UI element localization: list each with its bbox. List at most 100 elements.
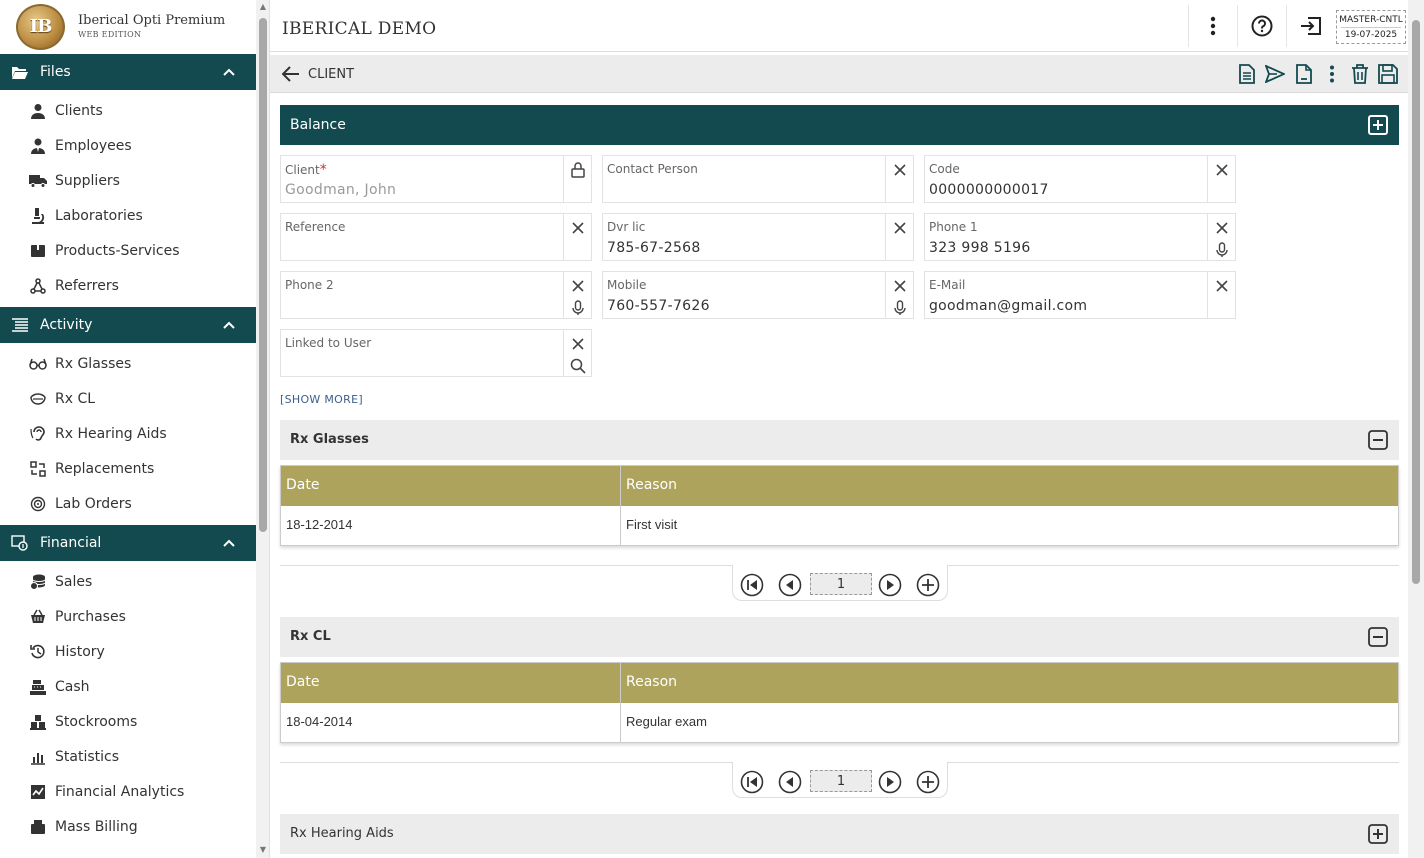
sidebar-item-rx-hearing-aids[interactable]: Rx Hearing Aids bbox=[0, 416, 256, 451]
reference-field[interactable]: Reference bbox=[280, 213, 592, 261]
sidebar-item-products-services[interactable]: Products-Services bbox=[0, 233, 256, 268]
show-more-link[interactable]: [SHOW MORE] bbox=[280, 393, 363, 406]
chevron-up-icon[interactable] bbox=[222, 536, 236, 550]
new-document-icon[interactable] bbox=[1293, 63, 1315, 85]
clear-x-icon[interactable] bbox=[892, 220, 908, 236]
main-scroll-thumb[interactable] bbox=[1412, 20, 1420, 584]
sidebar-item-suppliers[interactable]: Suppliers bbox=[0, 163, 256, 198]
rx-cl-table: Date Reason 18-04-2014 Regular exam bbox=[280, 662, 1399, 743]
delete-icon[interactable] bbox=[1349, 63, 1371, 85]
save-icon[interactable] bbox=[1377, 63, 1399, 85]
clear-x-icon[interactable] bbox=[892, 278, 908, 294]
section-financial[interactable]: Financial bbox=[0, 525, 256, 561]
first-page-icon[interactable] bbox=[740, 770, 764, 794]
table-row[interactable]: 18-12-2014 First visit bbox=[281, 506, 1398, 545]
sidebar-item-rx-glasses[interactable]: Rx Glasses bbox=[0, 346, 256, 381]
sidebar-item-mass-billing[interactable]: Mass Billing bbox=[0, 809, 256, 844]
email-field[interactable]: E-Mail goodman@gmail.com bbox=[924, 271, 1236, 319]
collapse-minus-icon[interactable] bbox=[1367, 429, 1389, 451]
sidebar-item-replacements[interactable]: Replacements bbox=[0, 451, 256, 486]
code-field[interactable]: Code 0000000000017 bbox=[924, 155, 1236, 203]
sidebar-item-history[interactable]: History bbox=[0, 634, 256, 669]
back-arrow-icon[interactable] bbox=[282, 65, 300, 83]
rx-glasses-section-header[interactable]: Rx Glasses bbox=[280, 420, 1399, 460]
rx-hearing-aids-section-header[interactable]: Rx Hearing Aids bbox=[280, 814, 1399, 854]
phone2-field[interactable]: Phone 2 bbox=[280, 271, 592, 319]
clear-x-icon[interactable] bbox=[1214, 162, 1230, 178]
balance-panel[interactable]: Balance bbox=[280, 105, 1399, 145]
column-header-date[interactable]: Date bbox=[281, 663, 621, 703]
sidebar-item-cash[interactable]: Cash bbox=[0, 669, 256, 704]
previous-page-icon[interactable] bbox=[778, 573, 802, 597]
help-button[interactable] bbox=[1237, 5, 1285, 47]
sidebar-item-referrers[interactable]: Referrers bbox=[0, 268, 256, 303]
scroll-up-arrow-icon[interactable]: ▲ bbox=[259, 3, 267, 11]
sidebar-item-label: Products-Services bbox=[55, 242, 180, 259]
section-files[interactable]: Files bbox=[0, 54, 256, 90]
email-value[interactable]: goodman@gmail.com bbox=[929, 298, 1087, 314]
truck-icon bbox=[28, 171, 48, 191]
phone1-field[interactable]: Phone 1 323 998 5196 bbox=[924, 213, 1236, 261]
column-header-reason[interactable]: Reason bbox=[621, 663, 1398, 703]
sidebar-item-label: Clients bbox=[55, 102, 103, 119]
chevron-up-icon[interactable] bbox=[222, 318, 236, 332]
sidebar-item-rx-cl[interactable]: Rx CL bbox=[0, 381, 256, 416]
expand-plus-icon[interactable] bbox=[1367, 114, 1389, 136]
logout-button[interactable] bbox=[1286, 5, 1334, 47]
sidebar-item-laboratories[interactable]: Laboratories bbox=[0, 198, 256, 233]
code-value[interactable]: 0000000000017 bbox=[929, 182, 1049, 198]
clear-x-icon[interactable] bbox=[570, 336, 586, 352]
main-scrollbar[interactable] bbox=[1408, 0, 1424, 858]
sidebar-item-statistics[interactable]: Statistics bbox=[0, 739, 256, 774]
collapse-minus-icon[interactable] bbox=[1367, 626, 1389, 648]
add-row-icon[interactable] bbox=[916, 573, 940, 597]
clear-x-icon[interactable] bbox=[570, 278, 586, 294]
previous-page-icon[interactable] bbox=[778, 770, 802, 794]
search-icon[interactable] bbox=[570, 358, 586, 374]
mobile-value[interactable]: 760-557-7626 bbox=[607, 298, 710, 314]
page-number[interactable]: 1 bbox=[810, 573, 872, 595]
mobile-field[interactable]: Mobile 760-557-7626 bbox=[602, 271, 914, 319]
table-row[interactable]: 18-04-2014 Regular exam bbox=[281, 703, 1398, 742]
scroll-down-arrow-icon[interactable]: ▼ bbox=[259, 846, 267, 854]
sidebar-item-clients[interactable]: Clients bbox=[0, 93, 256, 128]
phone1-value[interactable]: 323 998 5196 bbox=[929, 240, 1031, 256]
section-activity[interactable]: Activity bbox=[0, 307, 256, 343]
column-header-date[interactable]: Date bbox=[281, 466, 621, 506]
next-page-icon[interactable] bbox=[878, 573, 902, 597]
first-page-icon[interactable] bbox=[740, 573, 764, 597]
sidebar-item-label: Employees bbox=[55, 137, 132, 154]
column-header-reason[interactable]: Reason bbox=[621, 466, 1398, 506]
sidebar-scroll-thumb[interactable] bbox=[259, 18, 267, 532]
expand-plus-icon[interactable] bbox=[1367, 823, 1389, 845]
sidebar-item-stockrooms[interactable]: Stockrooms bbox=[0, 704, 256, 739]
app-header: IB Iberical Opti Premium WEB EDITION bbox=[0, 0, 256, 54]
dvr-lic-value[interactable]: 785-67-2568 bbox=[607, 240, 701, 256]
rx-cl-section-header[interactable]: Rx CL bbox=[280, 617, 1399, 657]
page-number[interactable]: 1 bbox=[810, 770, 872, 792]
sidebar-item-financial-analytics[interactable]: Financial Analytics bbox=[0, 774, 256, 809]
chevron-up-icon[interactable] bbox=[222, 65, 236, 79]
more-vertical-icon[interactable] bbox=[1321, 63, 1343, 85]
add-row-icon[interactable] bbox=[916, 770, 940, 794]
dvr-lic-field[interactable]: Dvr lic 785-67-2568 bbox=[602, 213, 914, 261]
client-field: Client* Goodman, John bbox=[280, 155, 592, 203]
clear-x-icon[interactable] bbox=[1214, 220, 1230, 236]
document-list-icon[interactable] bbox=[1236, 63, 1258, 85]
sidebar-item-sales[interactable]: Sales bbox=[0, 564, 256, 599]
more-menu-button[interactable] bbox=[1188, 5, 1236, 47]
sidebar-item-purchases[interactable]: Purchases bbox=[0, 599, 256, 634]
send-icon[interactable] bbox=[1264, 63, 1286, 85]
microphone-icon[interactable] bbox=[570, 300, 586, 316]
next-page-icon[interactable] bbox=[878, 770, 902, 794]
contact-person-field[interactable]: Contact Person bbox=[602, 155, 914, 203]
microphone-icon[interactable] bbox=[892, 300, 908, 316]
microphone-icon[interactable] bbox=[1214, 242, 1230, 258]
sidebar-scrollbar[interactable]: ▲ ▼ bbox=[256, 0, 270, 858]
linked-user-field[interactable]: Linked to User bbox=[280, 329, 592, 377]
clear-x-icon[interactable] bbox=[570, 220, 586, 236]
clear-x-icon[interactable] bbox=[1214, 278, 1230, 294]
clear-x-icon[interactable] bbox=[892, 162, 908, 178]
sidebar-item-employees[interactable]: Employees bbox=[0, 128, 256, 163]
sidebar-item-lab-orders[interactable]: Lab Orders bbox=[0, 486, 256, 521]
